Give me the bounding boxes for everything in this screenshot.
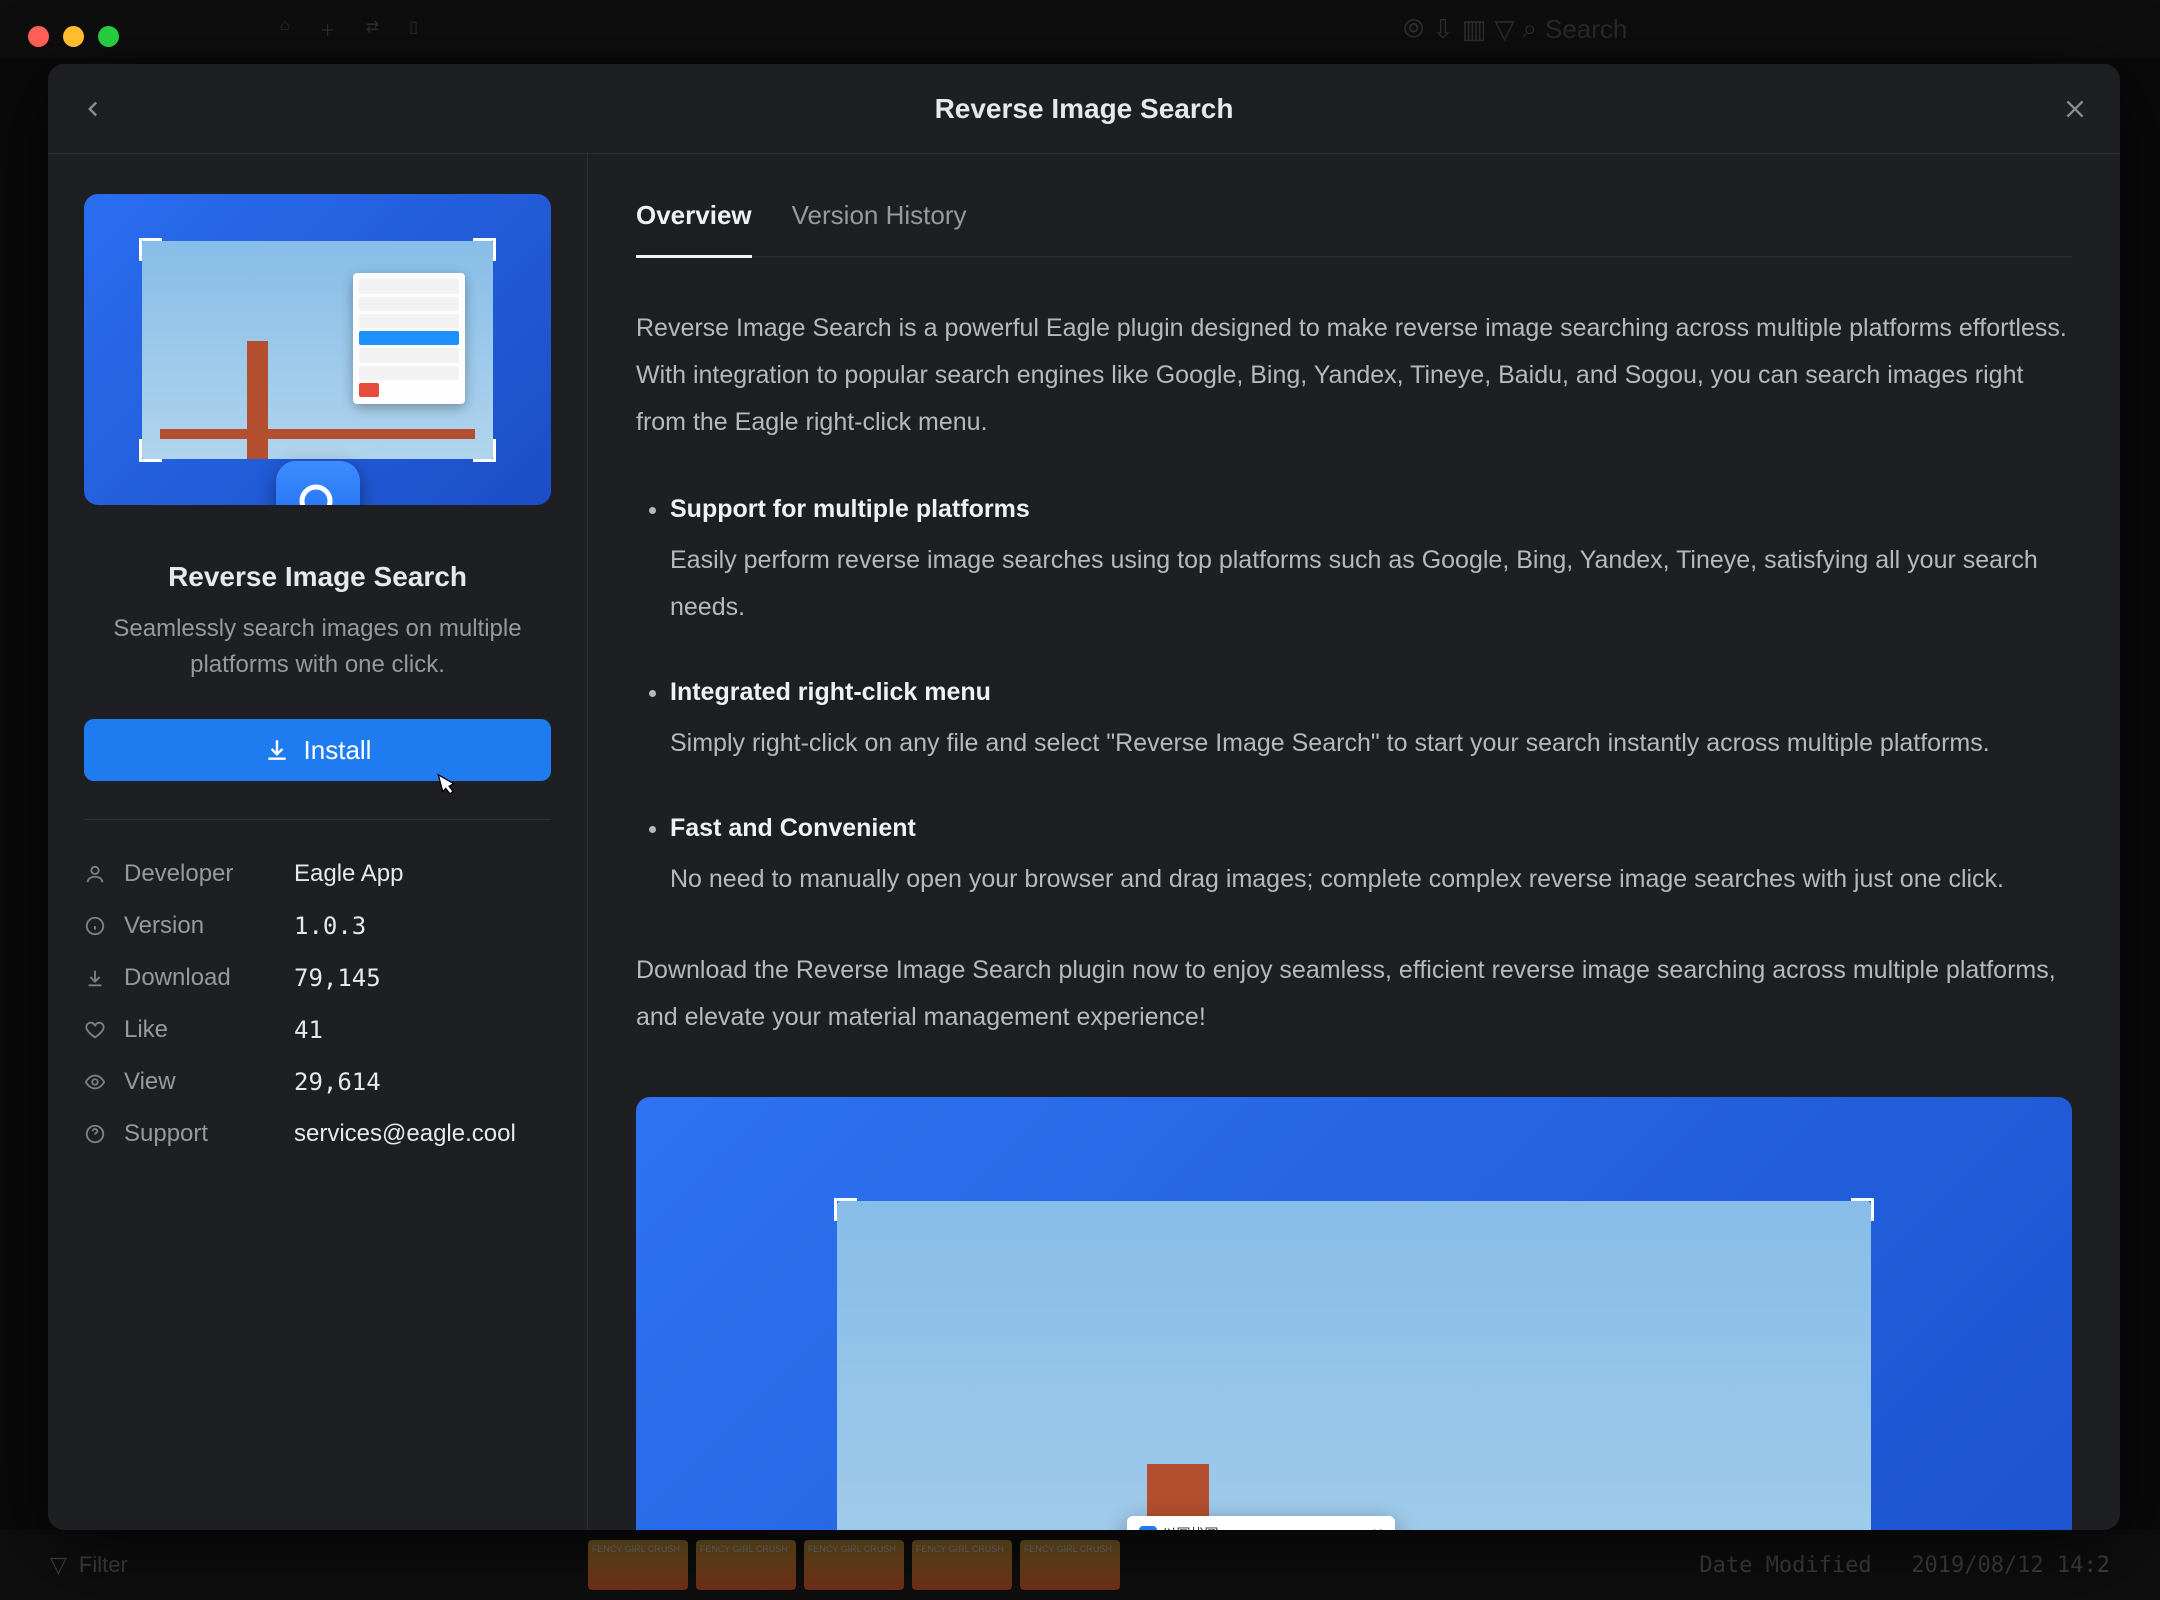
plugin-tagline: Seamlessly search images on multiple pla… (84, 611, 551, 683)
feature-item: Integrated right-click menu Simply right… (670, 669, 2072, 767)
thumbnail: FENCY GIRL CRUSH (804, 1540, 904, 1590)
thumbnail: FENCY GIRL CRUSH (912, 1540, 1012, 1590)
modal-title: Reverse Image Search (935, 93, 1234, 125)
overview-description: Reverse Image Search is a powerful Eagle… (636, 305, 2072, 1041)
background-search-input (1545, 14, 1880, 45)
window-zoom-dot[interactable] (98, 26, 119, 47)
plugin-content: Overview Version History Reverse Image S… (588, 154, 2120, 1530)
panel-icon: ▥ (1462, 14, 1487, 45)
meta-row-developer: Developer Eagle App (84, 848, 551, 900)
tab-version-history[interactable]: Version History (792, 194, 967, 258)
plugin-detail-modal: Reverse Image Search (48, 64, 2120, 1530)
feature-item: Support for multiple platforms Easily pe… (670, 486, 2072, 631)
magnifier-icon (294, 479, 342, 505)
home-icon: ⌂ (280, 17, 290, 41)
divider (84, 819, 551, 820)
install-button[interactable]: Install (84, 719, 551, 781)
window-close-dot[interactable] (28, 26, 49, 47)
screenshot-popup: 以圖找圖 ✕ (1127, 1516, 1396, 1530)
download-icon: ⇩ (1432, 14, 1454, 45)
background-search: ⦾ ⇩ ▥ ▽ ⌕ (1403, 13, 1880, 45)
magnifier-icon (1139, 1526, 1157, 1530)
feature-item: Fast and Convenient No need to manually … (670, 805, 2072, 903)
download-icon (84, 967, 124, 989)
swap-icon: ⇄ (366, 17, 379, 41)
plugin-meta-table: Developer Eagle App Version 1.0.3 Downlo… (84, 848, 551, 1160)
meta-row-download: Download 79,145 (84, 952, 551, 1004)
plus-icon: ＋ (320, 17, 336, 41)
plugin-app-icon (276, 461, 360, 505)
overview-outro: Download the Reverse Image Search plugin… (636, 947, 2072, 1041)
eye-icon (84, 1071, 124, 1093)
user-icon (84, 863, 124, 885)
funnel-icon: ▽ (50, 1552, 67, 1578)
book-icon: ▯ (409, 17, 418, 41)
plugin-sidebar: Reverse Image Search Seamlessly search i… (48, 154, 588, 1530)
question-icon (84, 1123, 124, 1145)
overview-screenshot: 以圖找圖 ✕ (636, 1097, 2072, 1530)
content-tabs: Overview Version History (636, 194, 2072, 257)
traffic-lights (28, 26, 119, 47)
tab-overview[interactable]: Overview (636, 194, 752, 258)
window-minimize-dot[interactable] (63, 26, 84, 47)
plugin-name: Reverse Image Search (84, 561, 551, 593)
meta-row-like: Like 41 (84, 1004, 551, 1056)
search-icon: ⌕ (1522, 13, 1537, 45)
thumbnail: FENCY GIRL CRUSH (1020, 1540, 1120, 1590)
back-button[interactable] (80, 96, 106, 122)
overview-intro: Reverse Image Search is a powerful Eagle… (636, 305, 2072, 446)
plugin-hero-image (84, 194, 551, 505)
feature-list: Support for multiple platforms Easily pe… (636, 486, 2072, 903)
download-icon (264, 737, 290, 763)
background-toolbar: ⌂ ＋ ⇄ ▯ ⦾ ⇩ ▥ ▽ ⌕ (0, 0, 2160, 58)
background-bottom-bar: ▽ Filter FENCY GIRL CRUSH FENCY GIRL CRU… (0, 1530, 2160, 1600)
info-icon (84, 915, 124, 937)
meta-row-version: Version 1.0.3 (84, 900, 551, 952)
heart-icon (84, 1019, 124, 1041)
close-icon: ✕ (1372, 1525, 1384, 1530)
modal-header: Reverse Image Search (48, 64, 2120, 154)
thumbnail: FENCY GIRL CRUSH (588, 1540, 688, 1590)
date-modified-readout: Date Modified 2019/08/12 14:2 (1699, 1553, 2110, 1578)
close-button[interactable] (2062, 96, 2088, 122)
meta-row-support: Support services@eagle.cool (84, 1108, 551, 1160)
meta-row-view: View 29,614 (84, 1056, 551, 1108)
filter-label: Filter (79, 1552, 128, 1578)
puzzle-icon: ⦾ (1403, 13, 1424, 45)
funnel-icon: ▽ (1494, 14, 1514, 45)
background-thumbnails: FENCY GIRL CRUSH FENCY GIRL CRUSH FENCY … (588, 1540, 1120, 1590)
install-button-label: Install (304, 735, 372, 766)
thumbnail: FENCY GIRL CRUSH (696, 1540, 796, 1590)
